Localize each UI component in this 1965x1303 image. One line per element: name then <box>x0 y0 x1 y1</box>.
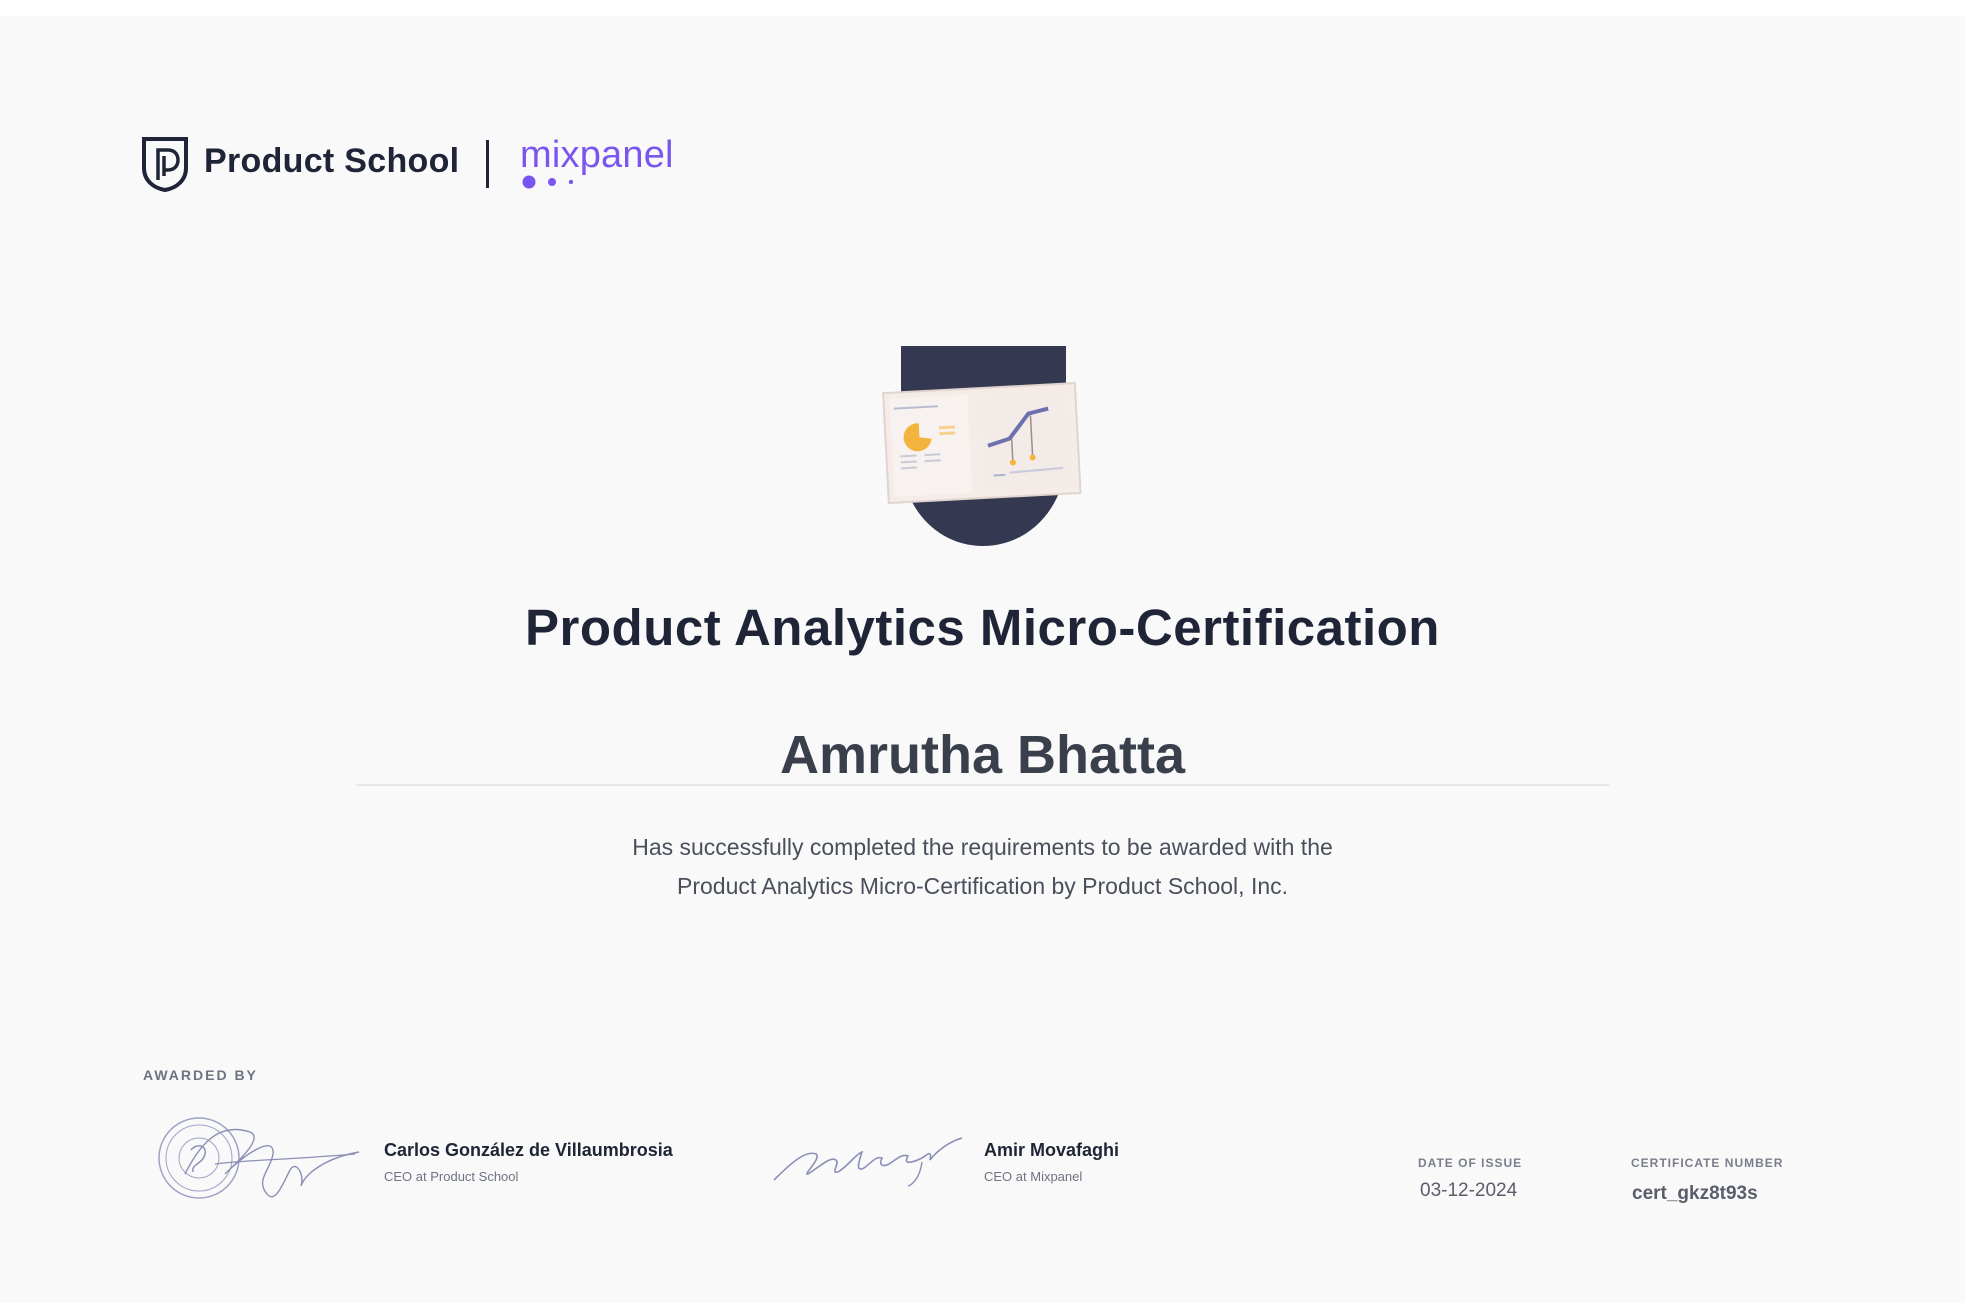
logo-divider <box>486 140 489 188</box>
mixpanel-logo-text: mixpanel <box>520 134 674 176</box>
certificate-description: Has successfully completed the requireme… <box>0 828 1965 906</box>
product-school-logo-text: Product School <box>204 142 460 180</box>
awarded-by-label: AWARDED BY <box>143 1067 258 1083</box>
signatory-1-role: CEO at Product School <box>384 1169 519 1184</box>
certificate-number-value: cert_gkz8t93s <box>1632 1183 1758 1204</box>
product-school-shield-icon <box>142 137 188 192</box>
date-of-issue-value: 03-12-2024 <box>1420 1180 1518 1201</box>
description-line-2: Product Analytics Micro-Certification by… <box>676 873 1289 899</box>
date-of-issue-label: DATE OF ISSUE <box>1418 1156 1523 1170</box>
certificate: Product School mixpanel Product Analytic… <box>0 16 1965 1303</box>
certificate-title: Product Analytics Micro-Certification <box>525 599 1440 656</box>
description-line-1: Has successfully completed the requireme… <box>632 834 1333 860</box>
product-school-seal-signature-icon <box>158 1117 360 1199</box>
mixpanel-dots-icon <box>522 175 574 189</box>
certificate-number-label: CERTIFICATE NUMBER <box>1631 1156 1784 1170</box>
signatory-2-role: CEO at Mixpanel <box>984 1169 1083 1184</box>
signatory-1-name: Carlos González de Villaumbrosia <box>384 1140 673 1160</box>
analytics-dashboard-badge-icon <box>882 346 1082 546</box>
mixpanel-ceo-signature-icon <box>773 1137 963 1187</box>
signatory-2-name: Amir Movafaghi <box>984 1140 1120 1160</box>
name-underline <box>356 784 1609 786</box>
recipient-name: Amrutha Bhatta <box>779 725 1186 785</box>
